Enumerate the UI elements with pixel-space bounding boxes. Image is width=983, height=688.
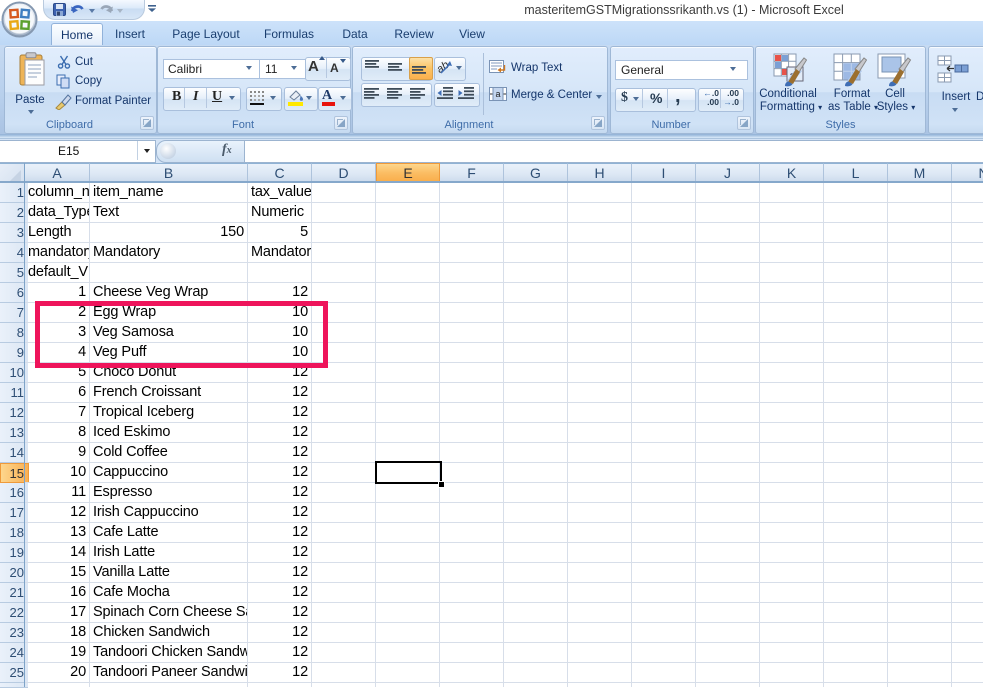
svg-text:a: a bbox=[496, 89, 501, 99]
